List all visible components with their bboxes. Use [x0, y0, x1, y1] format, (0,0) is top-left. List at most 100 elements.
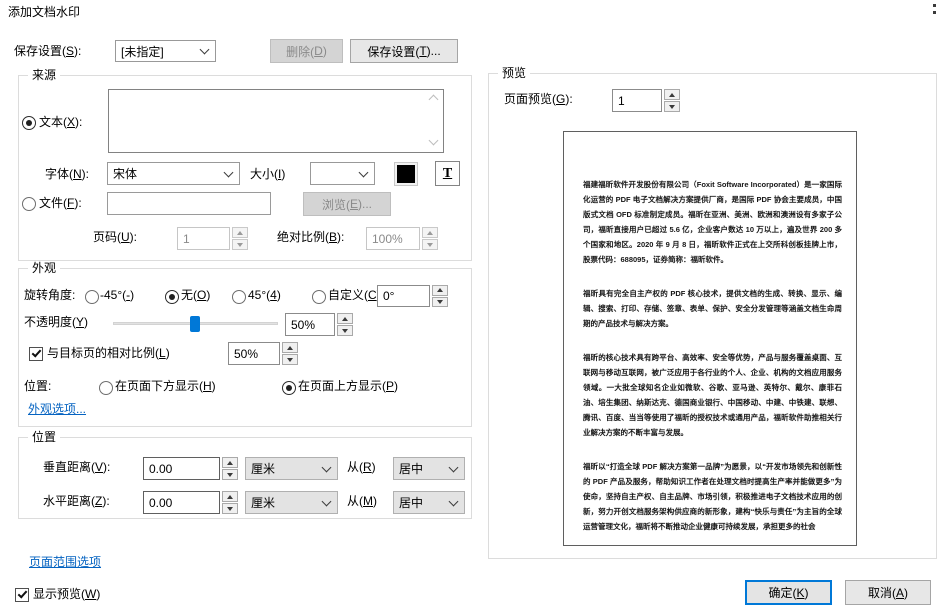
font-color-swatch — [397, 165, 415, 183]
preview-paragraph: 福建福昕软件开发股份有限公司（Foxit Software Incorporat… — [583, 180, 842, 264]
spin-up-icon[interactable] — [222, 491, 238, 502]
spin-down-icon[interactable] — [422, 239, 438, 250]
show-behind-page-radio[interactable] — [99, 381, 113, 395]
show-preview-label: 显示预览(W) — [33, 587, 101, 601]
opacity-slider-thumb[interactable] — [190, 316, 200, 332]
rotation-minus45-radio[interactable] — [85, 290, 99, 304]
spin-up-icon[interactable] — [432, 285, 448, 296]
show-on-top-label: 在页面上方显示(P) — [298, 379, 399, 393]
size-combo[interactable] — [310, 162, 375, 185]
text-source-radio[interactable] — [22, 116, 36, 130]
file-source-radio[interactable] — [22, 197, 36, 211]
preview-paragraph: 福昕以“打造全球 PDF 解决方案第一品牌”为愿景，以“开发市场领先和创新性的 … — [583, 462, 842, 531]
horizontal-from-label: 从(M) — [347, 494, 377, 508]
file-source-radio-label: 文件(F): — [39, 196, 82, 210]
show-on-top-radio[interactable] — [282, 381, 296, 395]
appearance-options-link[interactable]: 外观选项... — [28, 402, 86, 416]
preview-group-label: 预览 — [498, 66, 531, 80]
page-range-options-link[interactable]: 页面范围选项 — [29, 555, 101, 569]
dialog-title: 添加文档水印 — [8, 5, 81, 19]
appearance-group-label: 外观 — [28, 261, 61, 275]
font-combo-value: 宋体 — [113, 167, 138, 181]
scroll-down-icon[interactable] — [428, 135, 439, 146]
show-behind-page-label: 在页面下方显示(H) — [115, 379, 216, 393]
watermark-text-input[interactable] — [108, 89, 444, 153]
spin-down-icon[interactable] — [222, 469, 238, 480]
text-style-button[interactable]: T — [435, 161, 460, 186]
chevron-down-icon — [199, 44, 210, 55]
scroll-up-icon[interactable] — [428, 94, 439, 105]
spin-down-icon[interactable] — [222, 503, 238, 514]
vertical-from-value: 居中 — [399, 462, 424, 476]
rotation-label: 旋转角度: — [24, 288, 76, 302]
text-source-radio-label: 文本(X): — [39, 115, 83, 129]
show-preview-checkbox[interactable] — [15, 588, 29, 602]
file-path-input[interactable] — [107, 192, 271, 215]
spin-up-icon[interactable] — [337, 313, 353, 324]
chevron-down-icon — [448, 496, 459, 506]
chevron-down-icon — [448, 462, 459, 472]
spin-down-icon[interactable] — [232, 239, 248, 250]
font-combo[interactable]: 宋体 — [107, 162, 240, 185]
vertical-unit-combo[interactable]: 厘米 — [245, 457, 338, 480]
relative-scale-checkbox[interactable] — [29, 347, 43, 361]
preview-page: 福建福昕软件开发股份有限公司（Foxit Software Incorporat… — [563, 131, 857, 546]
spin-up-icon[interactable] — [282, 342, 298, 353]
delete-setting-button[interactable]: 删除(D) — [270, 39, 343, 63]
preview-paragraph: 福昕的核心技术具有跨平台、高效率、安全等优势，产品与服务覆盖桌面、互联网与移动互… — [583, 353, 842, 437]
position-group-label: 位置 — [28, 430, 61, 444]
vertical-from-combo[interactable]: 居中 — [393, 457, 465, 480]
add-document-watermark-dialog: 添加文档水印 保存设置(S): [未指定] 删除(D) 保存设置(T)... 来… — [0, 0, 939, 612]
relative-scale-spinner[interactable]: 50% — [228, 342, 298, 365]
horizontal-from-combo[interactable]: 居中 — [393, 491, 465, 514]
rotation-45-radio[interactable] — [232, 290, 246, 304]
save-setting-button[interactable]: 保存设置(T)... — [350, 39, 458, 63]
horizontal-distance-spinner[interactable]: 0.00 — [143, 491, 238, 514]
vertical-distance-label: 垂直距离(V): — [43, 460, 111, 474]
layer-position-label: 位置: — [24, 379, 52, 393]
spin-up-icon[interactable] — [222, 457, 238, 468]
page-number-spinner[interactable]: 1 — [177, 227, 248, 250]
horizontal-from-value: 居中 — [399, 496, 424, 510]
page-preview-spinner[interactable]: 1 — [612, 89, 680, 112]
preview-paragraph: 福昕具有完全自主产权的 PDF 核心技术，提供文档的生成、转换、显示、编辑、搜索… — [583, 289, 842, 328]
size-label: 大小(I) — [250, 167, 286, 181]
rotation-minus45-label: -45°(-) — [100, 288, 135, 302]
saved-settings-combo-value: [未指定] — [121, 44, 164, 59]
rotation-45-label: 45°(4) — [248, 288, 281, 302]
cancel-button[interactable]: 取消(A) — [845, 580, 931, 605]
spin-down-icon[interactable] — [664, 101, 680, 112]
custom-angle-spinner[interactable]: 0° — [377, 285, 448, 307]
rotation-none-label: 无(O) — [181, 288, 211, 302]
rotation-none-radio[interactable] — [165, 290, 179, 304]
page-preview-label: 页面预览(G): — [504, 92, 573, 106]
spin-up-icon[interactable] — [664, 89, 680, 100]
vertical-unit-value: 厘米 — [251, 462, 276, 476]
browse-button[interactable]: 浏览(E)... — [303, 192, 391, 216]
relative-scale-label: 与目标页的相对比例(L) — [47, 346, 170, 360]
rotation-custom-radio[interactable] — [312, 290, 326, 304]
page-number-value: 1 — [177, 227, 230, 250]
save-settings-label: 保存设置(S): — [14, 44, 82, 58]
ok-button[interactable]: 确定(K) — [745, 580, 832, 605]
preview-document-text: 福建福昕软件开发股份有限公司（Foxit Software Incorporat… — [583, 177, 842, 545]
close-icon-partial[interactable] — [933, 4, 936, 18]
horizontal-distance-label: 水平距离(Z): — [43, 494, 110, 508]
page-preview-value: 1 — [612, 89, 662, 112]
absolute-scale-spinner[interactable]: 100% — [366, 227, 438, 250]
spin-down-icon[interactable] — [432, 296, 448, 307]
spin-up-icon[interactable] — [232, 227, 248, 238]
font-color-button[interactable] — [394, 162, 418, 186]
horizontal-unit-combo[interactable]: 厘米 — [245, 491, 338, 514]
spin-down-icon[interactable] — [282, 354, 298, 365]
rotation-custom-label: 自定义(C) — [328, 288, 381, 302]
spin-up-icon[interactable] — [422, 227, 438, 238]
saved-settings-combo[interactable]: [未指定] — [115, 40, 216, 62]
page-number-label: 页码(U): — [93, 230, 138, 244]
opacity-spinner[interactable]: 50% — [285, 313, 353, 336]
absolute-scale-value: 100% — [366, 227, 420, 250]
relative-scale-value: 50% — [228, 342, 280, 365]
vertical-distance-spinner[interactable]: 0.00 — [143, 457, 238, 480]
absolute-scale-label: 绝对比例(B): — [277, 230, 345, 244]
spin-down-icon[interactable] — [337, 325, 353, 336]
